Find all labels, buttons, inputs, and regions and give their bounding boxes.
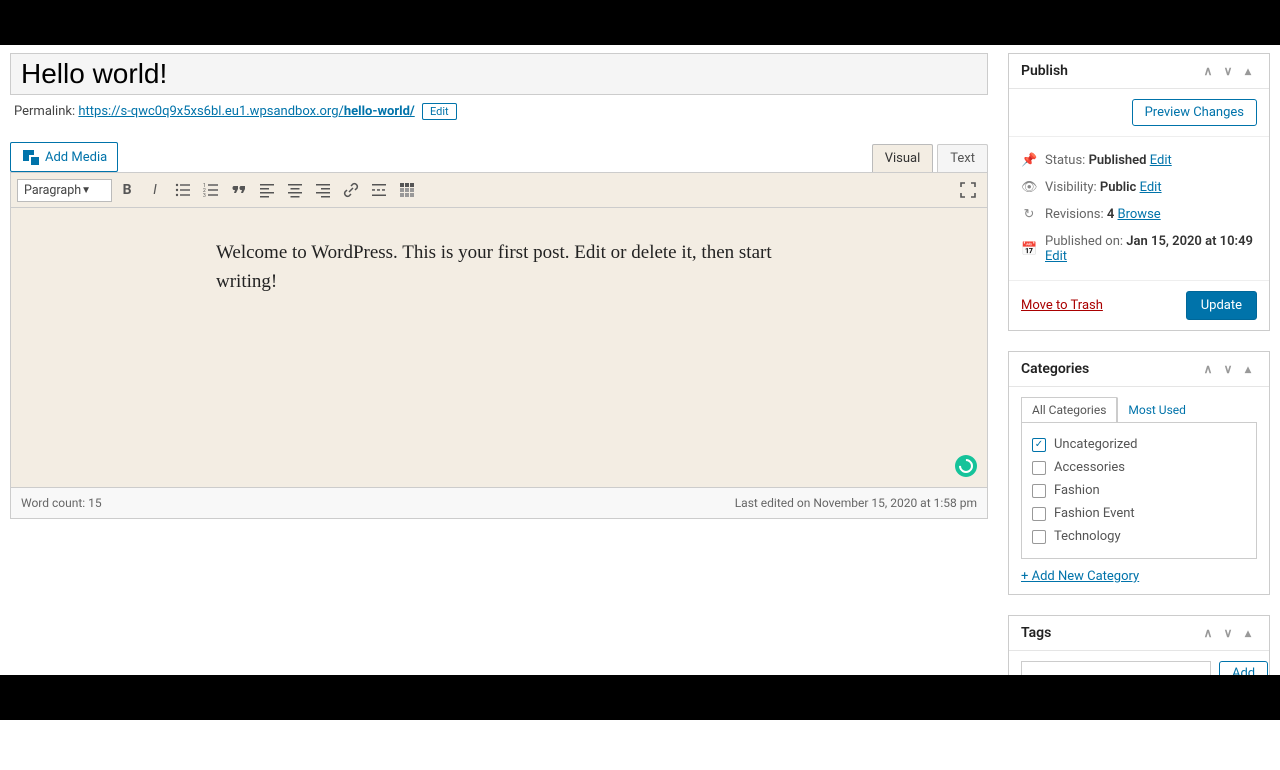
edit-visibility-link[interactable]: Edit	[1140, 180, 1162, 195]
align-left-button[interactable]	[254, 177, 280, 203]
editor-footer: Word count: 15 Last edited on November 1…	[10, 488, 988, 519]
move-down-icon[interactable]: ∨	[1219, 62, 1237, 80]
read-more-button[interactable]	[366, 177, 392, 203]
category-item[interactable]: Fashion	[1032, 479, 1246, 502]
tab-most-used[interactable]: Most Used	[1117, 397, 1197, 422]
toggle-panel-icon[interactable]: ▴	[1239, 624, 1257, 642]
add-media-button[interactable]: Add Media	[10, 142, 118, 172]
move-down-icon[interactable]: ∨	[1219, 360, 1237, 378]
post-title-input[interactable]	[10, 53, 988, 95]
tab-text[interactable]: Text	[937, 144, 988, 172]
grammarly-icon[interactable]	[955, 455, 977, 477]
checkbox-icon[interactable]	[1032, 461, 1046, 475]
bullet-list-button[interactable]	[170, 177, 196, 203]
category-item[interactable]: Uncategorized	[1032, 433, 1246, 456]
post-content: Welcome to WordPress. This is your first…	[216, 238, 776, 297]
pin-icon: 📌	[1021, 153, 1037, 168]
checkbox-icon[interactable]	[1032, 484, 1046, 498]
eye-icon: 👁	[1021, 180, 1037, 195]
move-to-trash-link[interactable]: Move to Trash	[1021, 298, 1103, 313]
tags-title: Tags	[1021, 625, 1051, 641]
update-button[interactable]: Update	[1186, 291, 1257, 320]
category-item[interactable]: Technology	[1032, 525, 1246, 548]
categories-box: Categories ∧ ∨ ▴ All Categories Most Use…	[1008, 351, 1270, 595]
move-up-icon[interactable]: ∧	[1199, 62, 1217, 80]
checkbox-icon[interactable]	[1032, 530, 1046, 544]
svg-text:3: 3	[203, 193, 206, 198]
move-down-icon[interactable]: ∨	[1219, 624, 1237, 642]
tab-visual[interactable]: Visual	[872, 144, 934, 172]
align-right-button[interactable]	[310, 177, 336, 203]
chevron-down-icon: ▼	[81, 185, 91, 196]
italic-button[interactable]: I	[142, 177, 168, 203]
revisions-icon: ↻	[1021, 207, 1037, 222]
fullscreen-button[interactable]	[955, 177, 981, 203]
add-media-label: Add Media	[45, 150, 107, 165]
bold-button[interactable]: B	[114, 177, 140, 203]
editor-toolbar: Paragraph ▼ B I 123	[10, 172, 988, 208]
browse-revisions-link[interactable]: Browse	[1118, 207, 1161, 222]
checkbox-icon[interactable]	[1032, 507, 1046, 521]
link-button[interactable]	[338, 177, 364, 203]
numbered-list-button[interactable]: 123	[198, 177, 224, 203]
publish-box: Publish ∧ ∨ ▴ Preview Changes 📌 Status: …	[1008, 53, 1270, 331]
publish-title: Publish	[1021, 63, 1068, 79]
format-select[interactable]: Paragraph ▼	[17, 179, 112, 202]
preview-changes-button[interactable]: Preview Changes	[1132, 99, 1257, 126]
category-item[interactable]: Accessories	[1032, 456, 1246, 479]
toggle-panel-icon[interactable]: ▴	[1239, 62, 1257, 80]
align-center-button[interactable]	[282, 177, 308, 203]
category-item[interactable]: Fashion Event	[1032, 502, 1246, 525]
checkbox-icon[interactable]	[1032, 438, 1046, 452]
category-list: Uncategorized Accessories Fashion Fashio…	[1021, 422, 1257, 559]
blockquote-button[interactable]	[226, 177, 252, 203]
last-edited: Last edited on November 15, 2020 at 1:58…	[735, 496, 977, 510]
media-icon	[21, 148, 39, 166]
tab-all-categories[interactable]: All Categories	[1021, 397, 1117, 422]
toolbar-toggle-button[interactable]	[394, 177, 420, 203]
calendar-icon: 📅	[1021, 242, 1037, 257]
edit-date-link[interactable]: Edit	[1045, 249, 1067, 264]
move-up-icon[interactable]: ∧	[1199, 360, 1217, 378]
permalink-row: Permalink: https://s-qwc0q9x5xs6bl.eu1.w…	[10, 95, 988, 124]
permalink-label: Permalink:	[14, 104, 75, 119]
word-count: Word count: 15	[21, 496, 102, 510]
edit-status-link[interactable]: Edit	[1150, 153, 1172, 168]
move-up-icon[interactable]: ∧	[1199, 624, 1217, 642]
editor-content-area[interactable]: Welcome to WordPress. This is your first…	[10, 208, 988, 488]
edit-slug-button[interactable]: Edit	[422, 103, 457, 120]
categories-title: Categories	[1021, 361, 1089, 377]
toggle-panel-icon[interactable]: ▴	[1239, 360, 1257, 378]
permalink-link[interactable]: https://s-qwc0q9x5xs6bl.eu1.wpsandbox.or…	[78, 104, 414, 119]
add-new-category-link[interactable]: + Add New Category	[1021, 569, 1139, 584]
